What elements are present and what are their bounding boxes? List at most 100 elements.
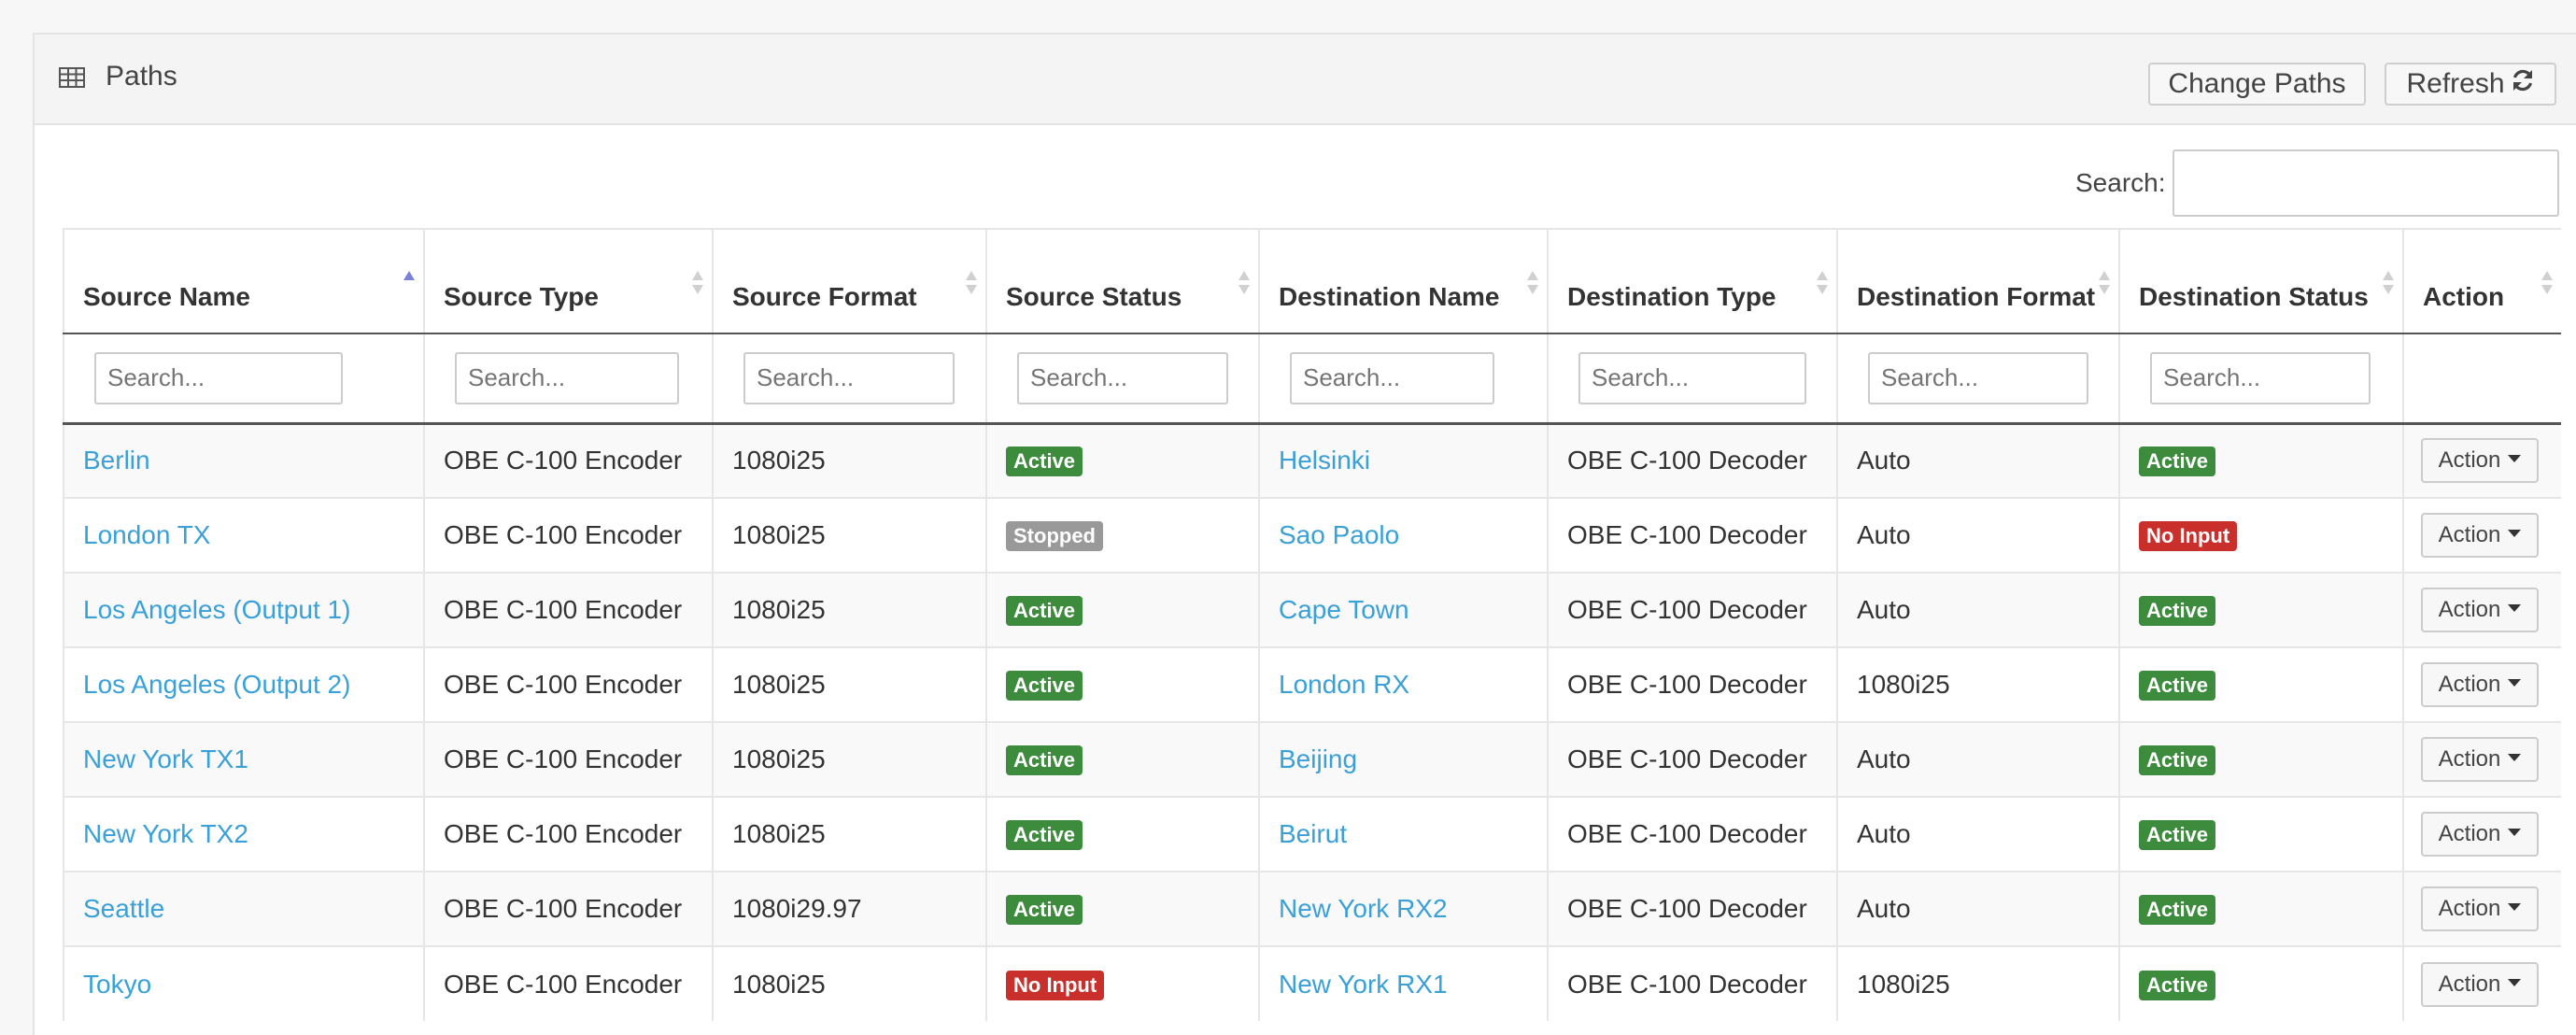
sort-both-icon xyxy=(1238,271,1250,294)
action-dropdown-button[interactable]: Action xyxy=(2421,513,2539,558)
th-source-status[interactable]: Source Status xyxy=(986,228,1260,334)
column-label: Action xyxy=(2423,282,2505,311)
destination-name-link[interactable]: London RX xyxy=(1279,670,1409,699)
cell-dest-type: OBE C-100 Decoder xyxy=(1548,721,1838,797)
column-search-input[interactable] xyxy=(1868,351,2088,404)
cell-text: OBE C-100 Decoder xyxy=(1567,969,1807,999)
column-search-input[interactable] xyxy=(1017,351,1228,404)
destination-name-link[interactable]: Cape Town xyxy=(1279,595,1409,624)
destination-name-link[interactable]: Beijing xyxy=(1279,744,1357,773)
action-label: Action xyxy=(2438,821,2501,846)
source-name-link[interactable]: London TX xyxy=(83,520,211,549)
th-action[interactable]: Action xyxy=(2403,228,2561,334)
table-row: Berlin OBE C-100 Encoder 1080i25 Active Hels… xyxy=(63,422,2561,498)
column-label: Source Name xyxy=(83,282,250,311)
th-destination-status[interactable]: Destination Status xyxy=(2119,228,2404,334)
th-destination-name[interactable]: Destination Name xyxy=(1259,228,1549,334)
th-source-type[interactable]: Source Type xyxy=(424,228,714,334)
destination-name-link[interactable]: Helsinki xyxy=(1279,446,1370,475)
column-search-input[interactable] xyxy=(743,351,955,404)
destination-name-link[interactable]: Sao Paolo xyxy=(1279,520,1399,549)
cell-source-type: OBE C-100 Encoder xyxy=(424,422,714,498)
cell-dest-status: Active xyxy=(2119,945,2404,1021)
source-name-link[interactable]: Seattle xyxy=(83,894,164,923)
source-name-link[interactable]: New York TX2 xyxy=(83,819,248,848)
action-label: Action xyxy=(2438,672,2501,697)
cell-dest-name: London RX xyxy=(1259,646,1549,722)
column-label: Destination Name xyxy=(1279,282,1500,311)
action-dropdown-button[interactable]: Action xyxy=(2421,737,2539,782)
th-destination-format[interactable]: Destination Format xyxy=(1837,228,2120,334)
action-dropdown-button[interactable]: Action xyxy=(2421,886,2539,931)
th-source-name[interactable]: Source Name xyxy=(63,228,425,334)
table-row: New York TX1 OBE C-100 Encoder 1080i25 Acti… xyxy=(63,721,2561,797)
th-destination-type[interactable]: Destination Type xyxy=(1548,228,1838,334)
column-search-input[interactable] xyxy=(94,351,343,404)
cell-dest-status: Active xyxy=(2119,572,2404,647)
column-search-input[interactable] xyxy=(1578,351,1806,404)
source-name-link[interactable]: Los Angeles (Output 2) xyxy=(83,670,350,699)
status-badge: No Input xyxy=(2139,521,2238,551)
cell-dest-name: New York RX1 xyxy=(1259,945,1549,1021)
table-row: London TX OBE C-100 Encoder 1080i25 Stopped… xyxy=(63,497,2561,573)
cell-source-name: Seattle xyxy=(63,871,425,946)
cell-dest-format: Auto xyxy=(1837,871,2120,946)
status-badge: Active xyxy=(1006,895,1083,925)
cell-action: Action xyxy=(2403,721,2561,797)
th-source-format[interactable]: Source Format xyxy=(713,228,987,334)
source-name-link[interactable]: Los Angeles (Output 1) xyxy=(83,595,350,624)
cell-text: OBE C-100 Decoder xyxy=(1567,670,1807,699)
cell-dest-name: Sao Paolo xyxy=(1259,497,1549,573)
cell-dest-status: Active xyxy=(2119,646,2404,722)
change-paths-button[interactable]: Change Paths xyxy=(2148,63,2366,106)
cell-source-format: 1080i25 xyxy=(713,646,987,722)
caret-down-icon xyxy=(2508,978,2522,986)
search-input[interactable] xyxy=(2173,149,2559,217)
cell-text: OBE C-100 Decoder xyxy=(1567,819,1807,848)
destination-name-link[interactable]: Beirut xyxy=(1279,819,1347,848)
cell-source-format: 1080i25 xyxy=(713,422,987,498)
column-label: Source Status xyxy=(1006,282,1182,311)
refresh-button[interactable]: Refresh xyxy=(2385,63,2556,106)
panel-title: Paths xyxy=(106,61,177,92)
cell-source-format: 1080i29.97 xyxy=(713,871,987,946)
cell-text: 1080i25 xyxy=(732,744,826,773)
cell-dest-type: OBE C-100 Decoder xyxy=(1548,422,1838,498)
cell-dest-type: OBE C-100 Decoder xyxy=(1548,497,1838,573)
cell-action: Action xyxy=(2403,572,2561,647)
filter-cell xyxy=(1259,333,1549,425)
cell-source-name: New York TX2 xyxy=(63,796,425,872)
column-search-input[interactable] xyxy=(1290,351,1494,404)
cell-dest-type: OBE C-100 Decoder xyxy=(1548,796,1838,872)
source-name-link[interactable]: Tokyo xyxy=(83,970,151,999)
column-search-input[interactable] xyxy=(2150,351,2371,404)
sort-asc-icon xyxy=(403,271,415,280)
source-name-link[interactable]: New York TX1 xyxy=(83,744,248,773)
action-dropdown-button[interactable]: Action xyxy=(2421,662,2539,707)
source-name-link[interactable]: Berlin xyxy=(83,446,150,475)
filter-cell xyxy=(1548,333,1838,425)
action-dropdown-button[interactable]: Action xyxy=(2421,438,2539,484)
table-row: Los Angeles (Output 2) OBE C-100 Encoder 1… xyxy=(63,646,2561,722)
sort-both-icon xyxy=(966,271,977,294)
action-dropdown-button[interactable]: Action xyxy=(2421,961,2539,1007)
caret-down-icon xyxy=(2508,604,2522,612)
cell-dest-format: Auto xyxy=(1837,497,2120,573)
cell-dest-format: Auto xyxy=(1837,422,2120,498)
caret-down-icon xyxy=(2508,455,2522,463)
cell-text: OBE C-100 Encoder xyxy=(444,744,683,773)
column-search-input[interactable] xyxy=(455,351,679,404)
cell-dest-format: Auto xyxy=(1837,796,2120,872)
cell-source-type: OBE C-100 Encoder xyxy=(424,646,714,722)
caret-down-icon xyxy=(2508,679,2522,687)
destination-name-link[interactable]: New York RX1 xyxy=(1279,970,1448,999)
cell-source-type: OBE C-100 Encoder xyxy=(424,871,714,946)
cell-source-status: No Input xyxy=(986,945,1260,1021)
cell-source-status: Active xyxy=(986,796,1260,872)
destination-name-link[interactable]: New York RX2 xyxy=(1279,894,1448,923)
cell-text: OBE C-100 Encoder xyxy=(444,520,683,549)
action-dropdown-button[interactable]: Action xyxy=(2421,812,2539,857)
caret-down-icon xyxy=(2508,530,2522,537)
action-dropdown-button[interactable]: Action xyxy=(2421,588,2539,632)
cell-text: 1080i29.97 xyxy=(732,894,862,923)
